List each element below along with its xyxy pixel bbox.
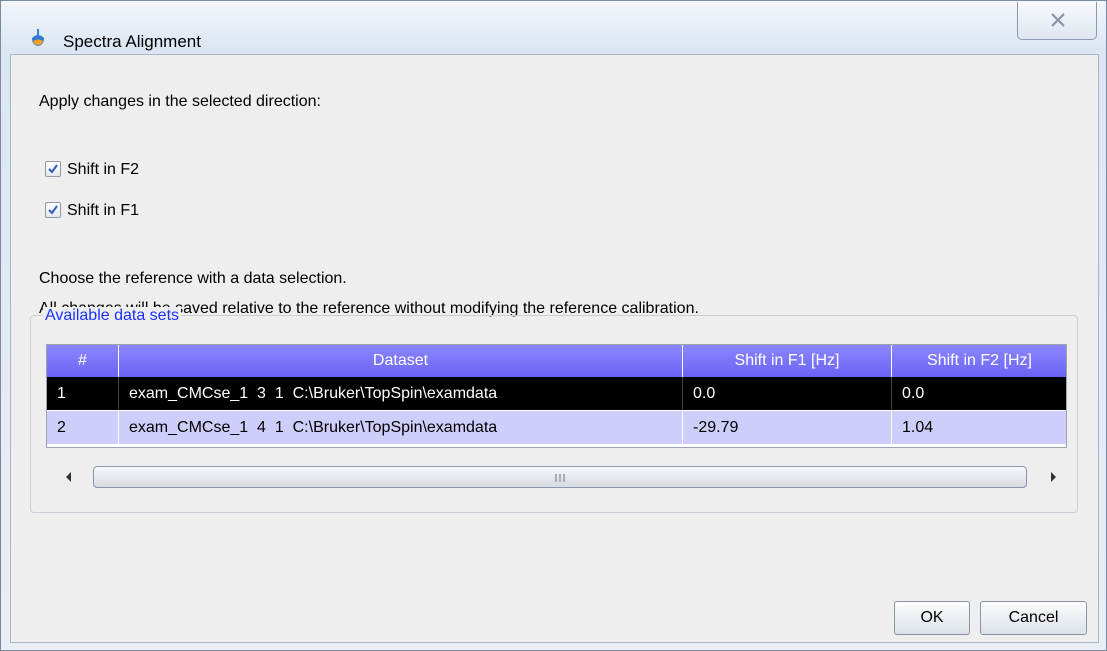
cell-dataset: exam_CMCse_1 4 1 C:\Bruker\TopSpin\examd… [119,411,683,444]
cell-dataset: exam_CMCse_1 3 1 C:\Bruker\TopSpin\examd… [119,377,683,410]
column-header-shift-f1[interactable]: Shift in F1 [Hz] [683,345,892,377]
column-header-shift-f2[interactable]: Shift in F2 [Hz] [892,345,1066,377]
dialog-window: Spectra Alignment Apply changes in the s… [0,0,1107,651]
window-title: Spectra Alignment [63,32,201,51]
scroll-left-arrow-icon[interactable] [59,463,79,491]
scroll-right-arrow-icon[interactable] [1043,463,1063,491]
horizontal-scrollbar[interactable] [49,463,1066,491]
info-line-1: Choose the reference with a data selecti… [39,270,347,287]
close-x-icon [1051,13,1065,27]
datasets-table[interactable]: # Dataset Shift in F1 [Hz] Shift in F2 [… [46,344,1067,448]
table-row[interactable]: 1 exam_CMCse_1 3 1 C:\Bruker\TopSpin\exa… [47,377,1066,410]
cell-shift-f2: 1.04 [902,419,934,436]
cancel-button[interactable]: Cancel [980,601,1087,635]
shift-f1-checkbox[interactable] [45,202,61,218]
shift-f2-checkbox[interactable] [45,161,61,177]
cell-number: 1 [47,377,119,410]
scrollbar-thumb[interactable] [93,466,1027,488]
shift-f1-label[interactable]: Shift in F1 [67,202,139,220]
ok-button[interactable]: OK [894,601,970,635]
cell-shift-f1: -29.79 [683,411,892,444]
checkmark-icon [48,164,58,174]
cell-shift-f1: 0.0 [683,377,892,410]
cell-number: 2 [47,411,119,444]
topspin-app-icon [32,29,44,46]
table-row[interactable]: 2 exam_CMCse_1 4 1 C:\Bruker\TopSpin\exa… [47,411,1066,444]
datasets-group-title: Available data sets [43,307,182,325]
column-header-number[interactable]: # [47,345,119,377]
scroll-grip-icon [555,474,565,482]
checkmark-icon [48,205,58,215]
cell-shift-f2: 0.0 [902,385,925,402]
close-button[interactable] [1017,2,1097,40]
column-header-dataset[interactable]: Dataset [119,345,683,377]
title-bar[interactable]: Spectra Alignment [1,1,1106,53]
shift-f2-label[interactable]: Shift in F2 [67,161,139,179]
direction-heading: Apply changes in the selected direction: [39,93,321,110]
